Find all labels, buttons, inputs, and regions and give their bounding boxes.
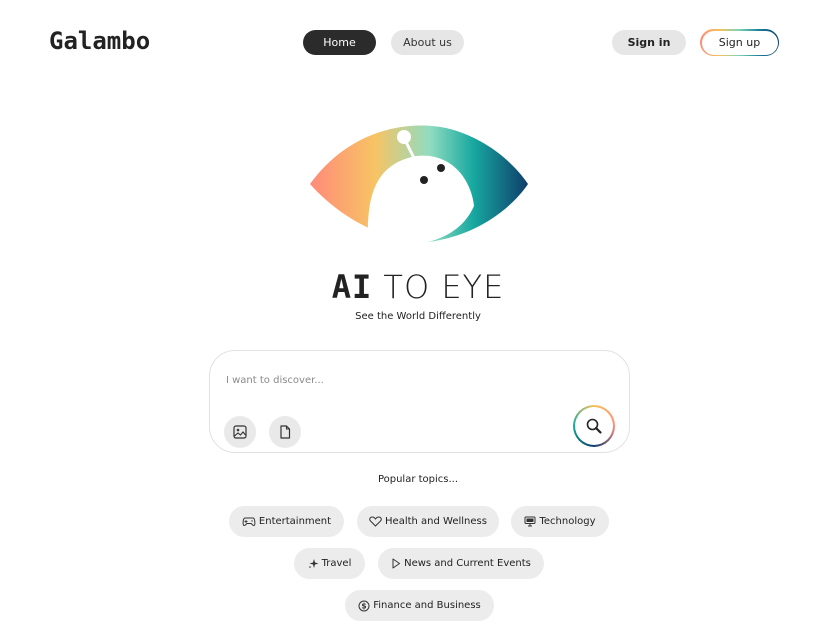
image-icon (233, 425, 247, 439)
hero-title-ai: AI (331, 268, 373, 306)
popular-topics-label: Popular topics... (377, 474, 459, 485)
sign-in-button[interactable]: Sign in (612, 30, 686, 55)
search-submit-button[interactable] (573, 405, 615, 447)
search-input[interactable] (226, 375, 566, 386)
dollar-icon: $ (358, 600, 370, 612)
nav-about-us[interactable]: About us (391, 30, 464, 55)
brand-logo[interactable]: Galambo (49, 27, 150, 55)
topic-finance-and-business[interactable]: $ Finance and Business (345, 590, 494, 621)
attach-file-button[interactable] (269, 416, 301, 448)
sign-up-button[interactable]: Sign up (700, 29, 779, 56)
hero-subtitle: See the World Differently (355, 311, 481, 322)
svg-text:$: $ (362, 601, 367, 610)
search-icon (586, 418, 602, 434)
topic-health-and-wellness[interactable]: Health and Wellness (357, 506, 499, 537)
topic-technology[interactable]: Technology (511, 506, 609, 537)
hero-title: AI TO EYE (0, 268, 836, 306)
play-icon (391, 558, 401, 569)
topic-entertainment[interactable]: Entertainment (229, 506, 344, 537)
topic-label: Technology (539, 516, 596, 527)
topic-news-and-current-events[interactable]: News and Current Events (378, 548, 544, 579)
attach-image-button[interactable] (224, 416, 256, 448)
search-submit-inner (575, 407, 613, 445)
technology-icon (524, 516, 536, 527)
topic-label: News and Current Events (404, 558, 531, 569)
search-box (209, 350, 630, 453)
file-icon (280, 425, 291, 439)
sign-up-label: Sign up (701, 30, 778, 55)
topic-travel[interactable]: Travel (294, 548, 365, 579)
heart-icon (369, 516, 382, 527)
topic-label: Travel (321, 558, 352, 569)
gamepad-icon (242, 516, 256, 527)
nav-home[interactable]: Home (303, 30, 376, 55)
sparkle-icon (308, 558, 319, 569)
topic-label: Finance and Business (373, 600, 481, 611)
hero-title-rest: TO EYE (383, 268, 505, 306)
eye-robot-logo (310, 125, 528, 244)
topic-label: Entertainment (258, 516, 332, 527)
topic-label: Health and Wellness (385, 516, 487, 527)
